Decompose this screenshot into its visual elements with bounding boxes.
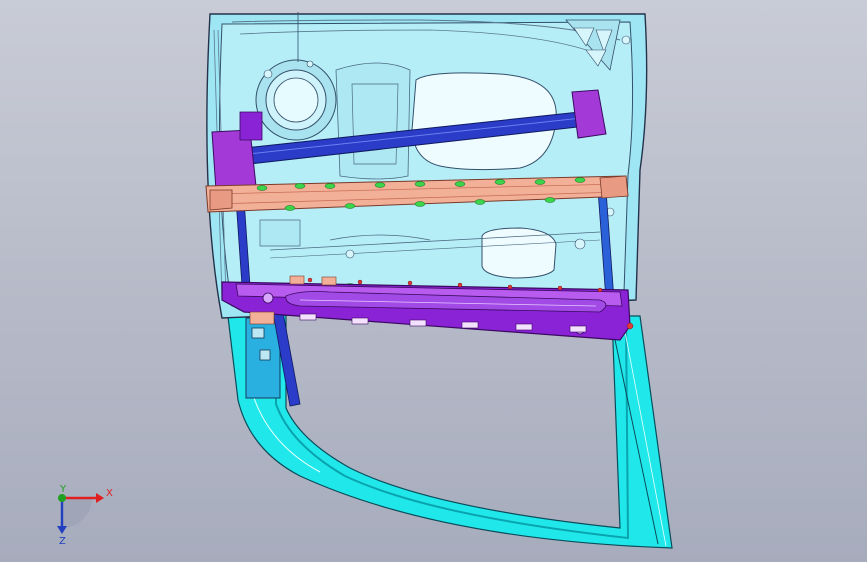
y-axis-dot: [58, 494, 66, 502]
x-axis-label: X: [106, 488, 113, 499]
orientation-triad: X Y Z: [57, 484, 113, 547]
z-axis-label: Z: [59, 536, 66, 547]
3d-viewport[interactable]: X Y Z: [0, 0, 867, 562]
y-axis-label: Y: [59, 484, 67, 495]
door-model[interactable]: [0, 0, 867, 562]
inner-door-panel[interactable]: [206, 12, 648, 319]
